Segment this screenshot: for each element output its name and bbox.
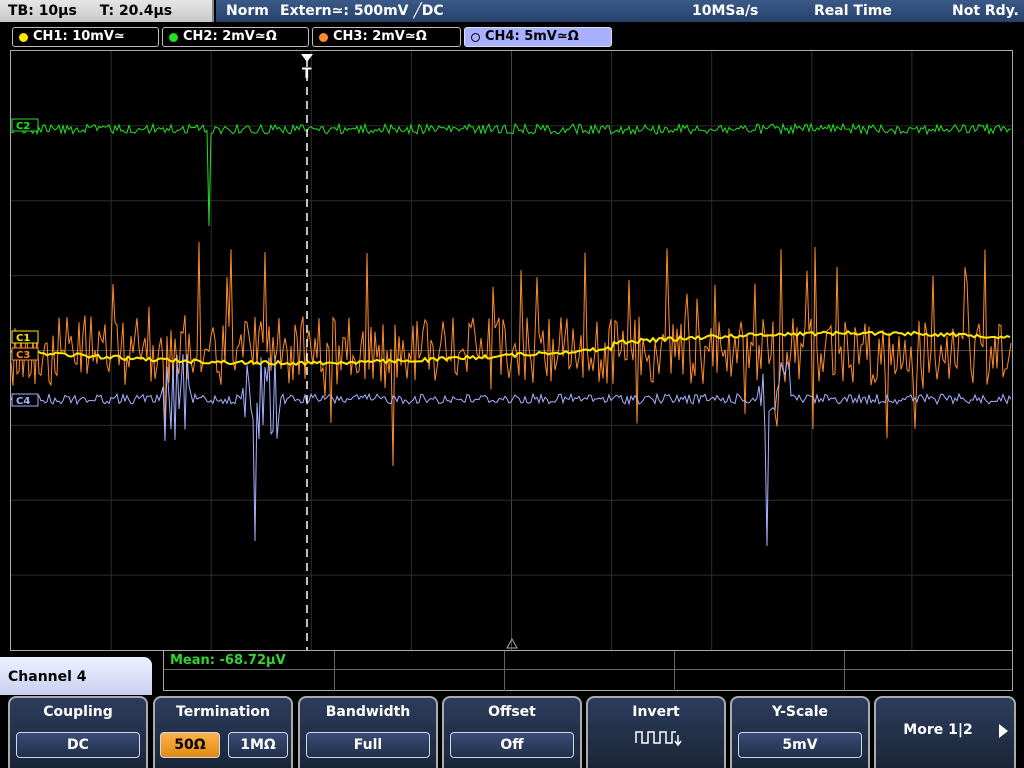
channel-tab-label: CH2: 2mV≃Ω — [183, 29, 277, 44]
ch1-marker-label: C1 — [16, 333, 30, 344]
graticule — [11, 51, 1012, 650]
ch2-color-dot-icon — [169, 33, 178, 42]
invert-label: Invert — [632, 704, 680, 720]
timebase-value: TB: 10µs — [8, 3, 77, 19]
channel-tab-ch4[interactable]: CH4: 5mV≃Ω — [464, 27, 612, 47]
status-bar: TB: 10µs T: 20.4µs Norm Extern≃: 500mV ╱… — [0, 0, 1024, 24]
termination-50ohm-option[interactable]: 50Ω — [160, 732, 220, 758]
acquisition-mode: Real Time — [814, 3, 892, 19]
ch4-color-dot-icon — [471, 33, 480, 42]
trigger-source[interactable]: Extern≃: 500mV ╱DC — [280, 0, 444, 22]
channel-tab-ch2[interactable]: CH2: 2mV≃Ω — [162, 27, 309, 47]
trigger-status-bar: Norm Extern≃: 500mV ╱DC 10MSa/s Real Tim… — [216, 0, 1024, 22]
run-status: Not Rdy. — [952, 3, 1019, 19]
trigger-time-value: T: 20.4µs — [99, 3, 173, 19]
ch1-offset-marker[interactable]: C1 — [11, 330, 39, 344]
offset-value[interactable]: Off — [450, 732, 574, 758]
bandwidth-label: Bandwidth — [325, 704, 411, 720]
yscale-value[interactable]: 5mV — [738, 732, 862, 758]
ch2-offset-marker[interactable]: C2 — [11, 118, 39, 132]
trigger-marker-label: T — [302, 66, 312, 82]
ch3-marker-label: C3 — [16, 350, 30, 361]
coupling-softkey[interactable]: Coupling DC — [8, 696, 148, 768]
channel-tab-ch3[interactable]: CH3: 2mV≃Ω — [312, 27, 461, 47]
ch1-color-dot-icon — [19, 33, 28, 42]
termination-label: Termination — [176, 704, 270, 720]
offset-label: Offset — [488, 704, 536, 720]
trigger-mode[interactable]: Norm — [226, 0, 269, 22]
timebase-box[interactable]: TB: 10µs T: 20.4µs — [0, 0, 214, 22]
measurement-panel: Mean: -68.72µV — [163, 651, 1013, 691]
coupling-label: Coupling — [43, 704, 113, 720]
mean-measurement: Mean: -68.72µV — [170, 653, 286, 668]
channel-tab-ch1[interactable]: CH1: 10mV≃ — [12, 27, 159, 47]
waveform-display[interactable]: C2 C1 C3 C4 T — [10, 50, 1013, 651]
channel-tab-label: CH4: 5mV≃Ω — [485, 29, 579, 44]
ch2-marker-label: C2 — [16, 121, 30, 132]
yscale-label: Y-Scale — [771, 704, 828, 720]
waveform-area: C2 C1 C3 C4 T — [11, 51, 1012, 650]
yscale-softkey[interactable]: Y-Scale 5mV — [730, 696, 870, 768]
invert-softkey[interactable]: Invert — [586, 696, 726, 768]
ch4-offset-marker[interactable]: C4 — [11, 393, 39, 407]
more-softkey[interactable]: More 1|2 — [874, 696, 1016, 768]
termination-softkey[interactable]: Termination 50Ω 1MΩ — [153, 696, 293, 768]
more-label: More 1|2 — [903, 722, 973, 738]
channel-tab-label: CH1: 10mV≃ — [33, 29, 125, 44]
invert-square-wave-icon — [635, 731, 682, 747]
ch4-marker-label: C4 — [16, 396, 30, 407]
termination-1mohm-option[interactable]: 1MΩ — [228, 732, 288, 758]
ch3-offset-marker[interactable]: C3 — [11, 347, 39, 361]
sample-rate: 10MSa/s — [692, 3, 759, 19]
ch1-waveform — [11, 329, 1011, 367]
channel-tab-label: CH3: 2mV≃Ω — [333, 29, 427, 44]
bandwidth-value[interactable]: Full — [306, 732, 430, 758]
next-page-arrow-icon — [999, 724, 1008, 738]
menu-title: Channel 4 — [0, 657, 152, 695]
bandwidth-softkey[interactable]: Bandwidth Full — [298, 696, 438, 768]
offset-softkey[interactable]: Offset Off — [442, 696, 582, 768]
coupling-value[interactable]: DC — [16, 732, 140, 758]
ch3-color-dot-icon — [319, 33, 328, 42]
channel-markers: C2 C1 C3 C4 T — [11, 54, 518, 650]
